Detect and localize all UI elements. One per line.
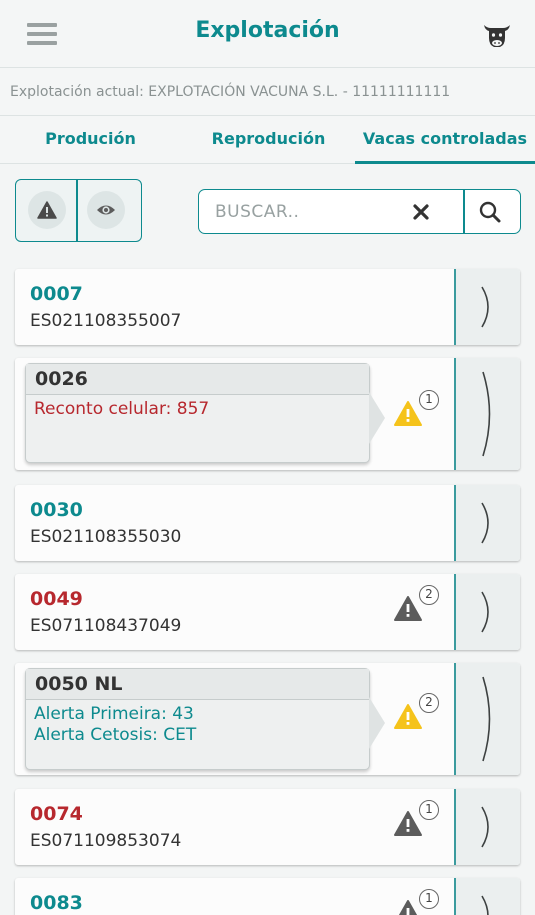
warning-icon	[37, 201, 57, 219]
cow-code: 0074	[30, 803, 83, 825]
open-cow-button[interactable]	[454, 269, 520, 345]
warning-icon	[394, 596, 422, 621]
chevron-right-icon	[481, 895, 489, 915]
alert-filter-button[interactable]	[28, 191, 66, 229]
view-filter-button[interactable]	[87, 191, 125, 229]
cow-code: 0050 NL	[26, 669, 369, 700]
cow-id: ES071108437049	[30, 616, 182, 636]
warning-icon	[394, 704, 422, 729]
open-cow-button[interactable]	[454, 878, 520, 915]
open-cow-button[interactable]	[454, 789, 520, 865]
alert-badge[interactable]: 2	[393, 585, 439, 625]
cow-code: 0049	[30, 588, 83, 610]
page-title: Explotación	[195, 18, 340, 43]
tab-bar: Produción Reprodución Vacas controladas	[0, 116, 535, 164]
search-input[interactable]	[215, 198, 395, 226]
search-icon[interactable]	[477, 199, 503, 225]
cow-code: 0026	[26, 364, 369, 395]
alert-badge[interactable]: 1	[393, 800, 439, 840]
alert-badge[interactable]: 1	[393, 390, 439, 430]
alert-count: 1	[419, 889, 439, 909]
cow-icon[interactable]	[481, 18, 513, 50]
cow-id: ES071109853074	[30, 831, 182, 851]
alert-count: 2	[419, 693, 439, 713]
warning-icon	[394, 401, 422, 426]
chevron-right-icon	[482, 371, 491, 457]
cow-code: 0030	[30, 499, 83, 521]
cow-card-0049[interactable]: 0049 ES071108437049 2	[15, 574, 520, 650]
cow-id: ES021108355007	[30, 311, 182, 331]
close-icon[interactable]	[409, 200, 433, 224]
filter-toggle-group	[15, 179, 142, 242]
cow-id: ES021108355030	[30, 527, 182, 547]
open-cow-button[interactable]	[454, 663, 520, 775]
tab-producion[interactable]: Produción	[18, 116, 163, 164]
cow-card-0074[interactable]: 0074 ES071109853074 1	[15, 789, 520, 865]
open-cow-button[interactable]	[454, 485, 520, 561]
search-divider	[463, 190, 465, 233]
alert-detail-bubble: 0050 NL Alerta Primeira: 43 Alerta Cetos…	[25, 668, 385, 770]
alert-count: 2	[419, 585, 439, 605]
alert-detail-line: Alerta Cetosis: CET	[34, 725, 197, 745]
chevron-right-icon	[482, 676, 491, 762]
tab-reproducion[interactable]: Reprodución	[196, 116, 341, 164]
chevron-right-icon	[481, 591, 489, 633]
search-box	[198, 189, 521, 234]
alert-detail-line: Alerta Primeira: 43	[34, 704, 194, 724]
bubble-tip	[369, 392, 385, 444]
cow-card-0030[interactable]: 0030 ES021108355030	[15, 485, 520, 561]
cow-card-0050-nl[interactable]: 0050 NL Alerta Primeira: 43 Alerta Cetos…	[15, 663, 520, 775]
chevron-right-icon	[481, 286, 489, 328]
alert-badge[interactable]: 1	[393, 889, 439, 915]
open-cow-button[interactable]	[454, 358, 520, 470]
cow-card-0026[interactable]: 0026 Reconto celular: 857 1	[15, 358, 520, 470]
alert-badge[interactable]: 2	[393, 693, 439, 733]
cow-card-0083[interactable]: 0083 1	[15, 878, 520, 915]
chevron-right-icon	[481, 806, 489, 848]
cow-code: 0007	[30, 283, 83, 305]
alert-detail-line: Reconto celular: 857	[34, 399, 210, 419]
alert-count: 1	[419, 390, 439, 410]
bubble-tip	[369, 697, 385, 749]
eye-icon	[97, 205, 115, 215]
alert-count: 1	[419, 800, 439, 820]
warning-icon	[394, 811, 422, 836]
cow-code: 0083	[30, 892, 83, 914]
tab-vacas-controladas[interactable]: Vacas controladas	[355, 116, 535, 164]
open-cow-button[interactable]	[454, 574, 520, 650]
app-header: Explotación	[0, 0, 535, 68]
current-farm-label: Explotación actual: EXPLOTACIÓN VACUNA S…	[0, 68, 535, 116]
alert-detail-bubble: 0026 Reconto celular: 857	[25, 363, 385, 463]
filter-divider	[76, 180, 78, 241]
chevron-right-icon	[481, 502, 489, 544]
cow-card-0007[interactable]: 0007 ES021108355007	[15, 269, 520, 345]
